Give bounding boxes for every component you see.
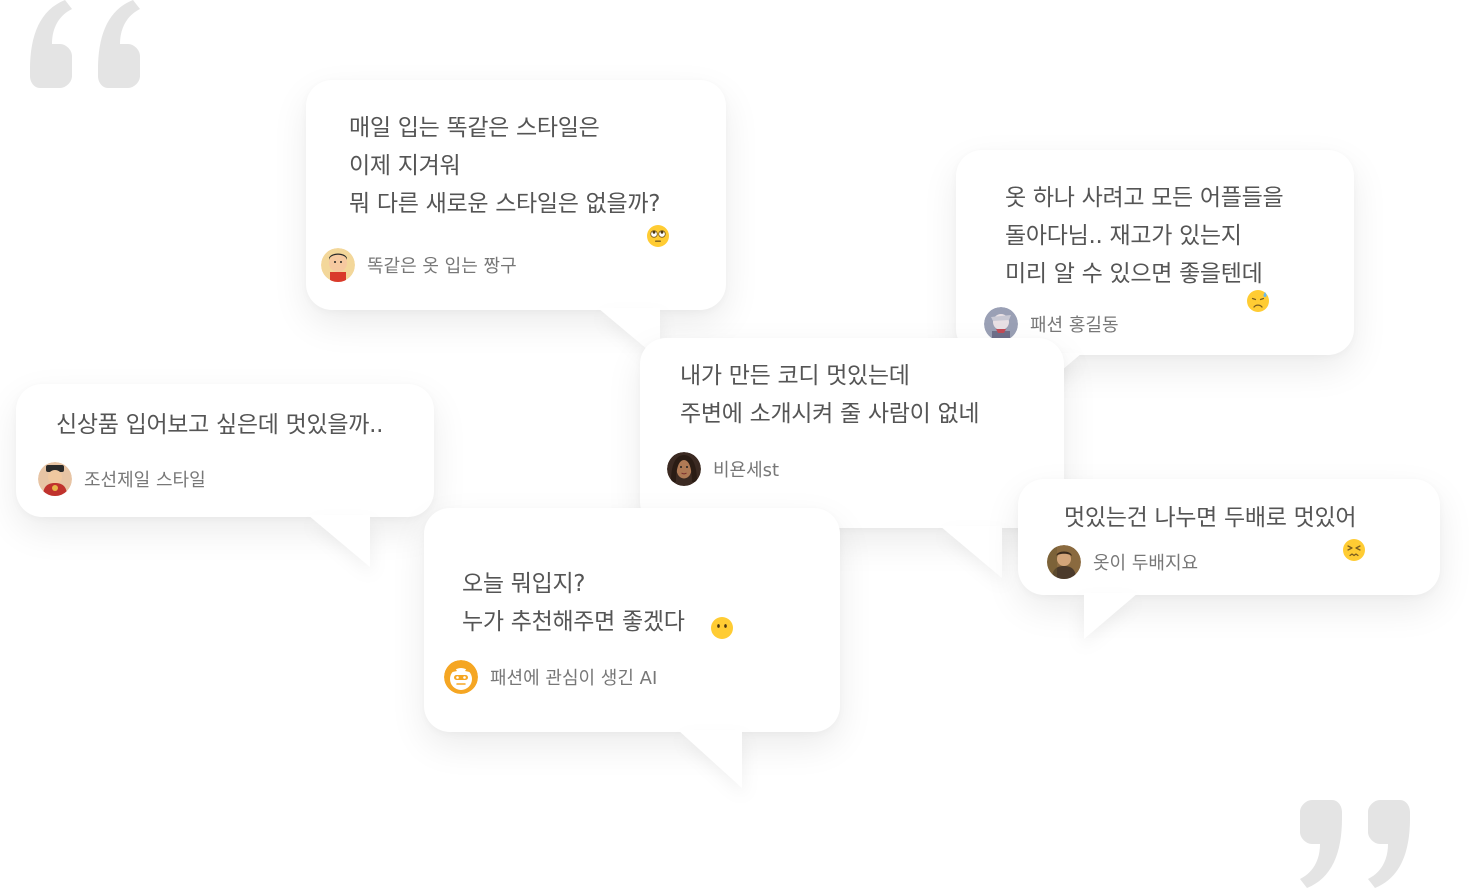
speech-bubble-1: 매일 입는 똑같은 스타일은 이제 지겨워 뭐 다른 새로운 스타일은 없을까?… — [306, 80, 726, 360]
bubble-message: 신상품 입어보고 싶은데 멋있을까.. — [56, 412, 384, 438]
bubble-tail — [1084, 593, 1138, 639]
speech-bubble-5: 멋있는건 나누면 두배로 멋있어 옷이 두배지요 — [1018, 479, 1440, 639]
avatar — [321, 248, 355, 282]
speech-bubble-2: 옷 하나 사려고 모든 어플들을 돌아다님.. 재고가 있는지 미리 알 수 있… — [956, 150, 1354, 399]
bubble-author: 패션에 관심이 생긴 AI — [444, 660, 657, 694]
bubble-author: 패션 홍길동 — [984, 307, 1119, 341]
ai-avatar-icon — [444, 660, 478, 694]
close-quote-icon — [1300, 800, 1410, 888]
persevere-emoji-icon — [1343, 539, 1365, 561]
open-quote-icon — [30, 0, 140, 88]
speech-bubble-3: 내가 만든 코디 멋있는데 주변에 소개시켜 줄 사람이 없네 비욘세st — [640, 338, 1064, 578]
bubble-tail — [308, 515, 370, 567]
author-name: 옷이 두배지요 — [1093, 553, 1199, 574]
bubble-message: 내가 만든 코디 멋있는데 주변에 소개시켜 줄 사람이 없네 — [680, 363, 980, 427]
bubble-author: 옷이 두배지요 — [1047, 545, 1198, 579]
bubble-author: 비욘세st — [667, 452, 779, 486]
sad-sweat-emoji-icon — [1247, 290, 1269, 312]
avatar — [38, 462, 72, 496]
avatar — [667, 452, 701, 486]
author-name: 패션 홍길동 — [1030, 315, 1119, 336]
bubble-author: 똑같은 옷 입는 짱구 — [321, 248, 517, 282]
bubble-tail — [678, 730, 742, 788]
author-name: 조선제일 스타일 — [84, 470, 206, 491]
speech-bubble-4: 신상품 입어보고 싶은데 멋있을까.. 조선제일 스타일 — [16, 384, 434, 567]
no-mouth-emoji-icon — [711, 617, 733, 639]
bubble-message: 매일 입는 똑같은 스타일은 이제 지겨워 뭐 다른 새로운 스타일은 없을까? — [349, 115, 661, 217]
speech-bubble-6: 오늘 뭐입지? 누가 추천해주면 좋겠다 패션에 관심이 생긴 AI — [424, 508, 840, 788]
author-name: 똑같은 옷 입는 짱구 — [367, 256, 517, 277]
avatar — [984, 307, 1018, 341]
author-name: 비욘세st — [713, 460, 780, 481]
bubble-message: 오늘 뭐입지? 누가 추천해주면 좋겠다 — [462, 571, 685, 635]
avatar — [1047, 545, 1081, 579]
bubble-author: 조선제일 스타일 — [38, 462, 206, 496]
bubble-message: 옷 하나 사려고 모든 어플들을 돌아다님.. 재고가 있는지 미리 알 수 있… — [1005, 185, 1284, 287]
eye-roll-emoji-icon — [647, 225, 669, 247]
bubble-message: 멋있는건 나누면 두배로 멋있어 — [1064, 505, 1357, 531]
author-name: 패션에 관심이 생긴 AI — [490, 668, 658, 689]
bubble-tail — [940, 526, 1002, 578]
